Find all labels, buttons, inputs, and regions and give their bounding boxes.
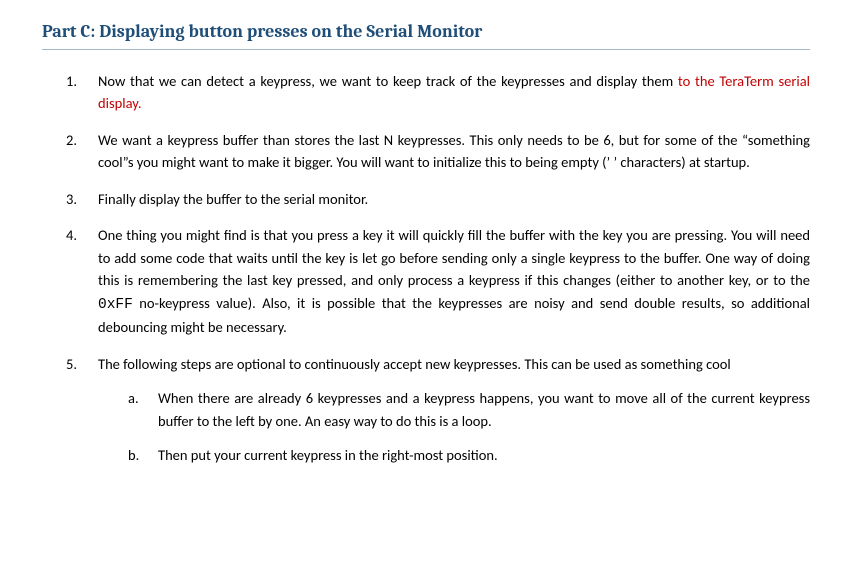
item-text: The following steps are optional to cont… <box>98 355 731 373</box>
sub-item-text: Then put your current keypress in the ri… <box>158 446 498 464</box>
sub-item-text: When there are already 6 keypresses and … <box>158 389 810 429</box>
list-item: One thing you might find is that you pre… <box>66 224 810 338</box>
item-text: Finally display the buffer to the serial… <box>98 190 368 208</box>
item-text: Now that we can detect a keypress, we wa… <box>98 72 678 90</box>
sub-list-item: Then put your current keypress in the ri… <box>128 444 810 466</box>
item-text: We want a keypress buffer than stores th… <box>98 131 810 171</box>
instruction-list: Now that we can detect a keypress, we wa… <box>42 70 810 467</box>
item-text: One thing you might find is that you pre… <box>98 226 810 289</box>
item-code: 0xFF <box>98 297 133 313</box>
list-item: Finally display the buffer to the serial… <box>66 188 810 210</box>
list-item: The following steps are optional to cont… <box>66 353 810 467</box>
section-heading: Part C: Displaying button presses on the… <box>42 18 810 50</box>
list-item: We want a keypress buffer than stores th… <box>66 129 810 174</box>
list-item: Now that we can detect a keypress, we wa… <box>66 70 810 115</box>
item-text: no-keypress value). Also, it is possible… <box>98 294 810 336</box>
sub-instruction-list: When there are already 6 keypresses and … <box>98 387 810 466</box>
sub-list-item: When there are already 6 keypresses and … <box>128 387 810 432</box>
